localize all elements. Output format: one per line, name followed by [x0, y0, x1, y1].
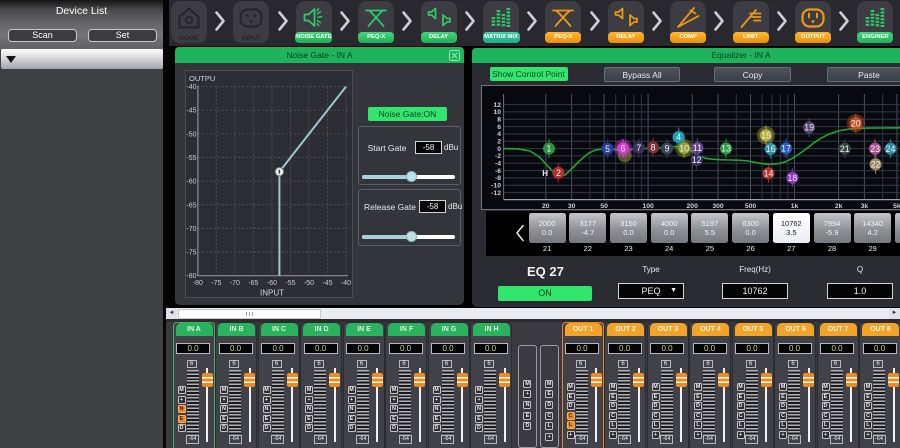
svg-text:1k: 1k	[791, 203, 799, 209]
svg-text:23: 23	[870, 144, 880, 154]
svg-text:-4: -4	[495, 161, 501, 168]
svg-text:-45: -45	[186, 108, 196, 115]
svg-text:17: 17	[781, 144, 791, 154]
svg-text:-40: -40	[186, 84, 196, 91]
svg-text:20: 20	[851, 118, 861, 128]
svg-text:-10: -10	[491, 183, 501, 190]
svg-text:-70: -70	[186, 226, 196, 233]
svg-text:200: 200	[687, 203, 699, 209]
svg-text:12: 12	[692, 155, 702, 165]
svg-text:OUTPU: OUTPU	[189, 74, 215, 83]
svg-text:-80: -80	[186, 273, 196, 280]
svg-text:-80: -80	[193, 280, 203, 287]
svg-text:3k: 3k	[861, 203, 869, 209]
svg-text:10: 10	[493, 109, 501, 116]
svg-text:-70: -70	[230, 280, 240, 287]
svg-text:14: 14	[764, 168, 774, 178]
svg-text:7: 7	[636, 143, 641, 153]
svg-text:6: 6	[621, 143, 626, 153]
svg-text:8: 8	[497, 117, 501, 124]
svg-text:-75: -75	[211, 280, 221, 287]
svg-text:-12: -12	[491, 190, 501, 197]
svg-text:-45: -45	[322, 280, 332, 287]
svg-text:-65: -65	[186, 202, 196, 209]
svg-text:-50: -50	[186, 131, 196, 138]
svg-text:9: 9	[665, 144, 670, 154]
svg-text:10: 10	[679, 143, 689, 153]
svg-text:12: 12	[493, 102, 501, 109]
svg-text:1: 1	[547, 144, 552, 154]
svg-text:21: 21	[840, 144, 850, 154]
svg-text:50: 50	[600, 203, 608, 209]
svg-text:15: 15	[761, 130, 771, 140]
svg-text:-55: -55	[186, 155, 196, 162]
svg-text:18: 18	[788, 173, 798, 183]
svg-text:-60: -60	[186, 179, 196, 186]
svg-text:300: 300	[712, 203, 724, 209]
svg-text:-40: -40	[341, 280, 351, 287]
svg-text:8: 8	[651, 143, 656, 153]
svg-text:20: 20	[542, 203, 550, 209]
svg-text:5k: 5k	[893, 203, 900, 209]
svg-text:2k: 2k	[835, 203, 843, 209]
svg-text:11: 11	[693, 143, 702, 153]
svg-text:-8: -8	[495, 175, 501, 182]
svg-text:-55: -55	[285, 280, 295, 287]
svg-text:H: H	[542, 169, 548, 178]
svg-text:-60: -60	[267, 280, 277, 287]
svg-text:6: 6	[497, 124, 501, 131]
svg-text:-2: -2	[495, 153, 501, 160]
svg-text:0: 0	[497, 146, 501, 153]
svg-text:2: 2	[556, 168, 561, 178]
svg-text:-50: -50	[304, 280, 314, 287]
svg-text:30: 30	[568, 203, 576, 209]
svg-text:4: 4	[497, 131, 501, 138]
svg-text:24: 24	[886, 144, 896, 154]
svg-text:16: 16	[766, 144, 776, 154]
svg-text:500: 500	[745, 203, 757, 209]
svg-text:13: 13	[721, 144, 731, 154]
svg-text:19: 19	[804, 123, 814, 133]
svg-text:INPUT: INPUT	[260, 289, 284, 298]
svg-text:100: 100	[642, 203, 654, 209]
svg-text:2: 2	[497, 139, 501, 146]
svg-text:-75: -75	[186, 250, 196, 257]
svg-text:-65: -65	[248, 280, 258, 287]
svg-text:22: 22	[871, 159, 881, 169]
svg-text:-6: -6	[495, 168, 501, 175]
svg-text:4: 4	[676, 132, 681, 142]
svg-text:5: 5	[605, 144, 610, 154]
